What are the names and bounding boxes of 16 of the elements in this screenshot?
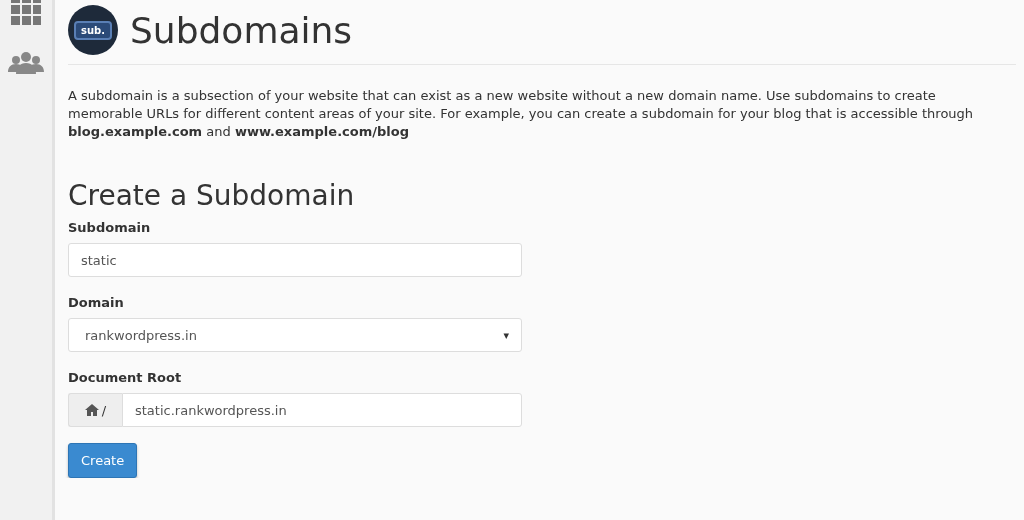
home-icon <box>84 404 99 416</box>
field-label: Domain <box>68 295 125 310</box>
caret-icon: ▾ <box>503 328 509 342</box>
page-title: Subdomains <box>130 9 353 51</box>
subdomain-input[interactable]: static <box>68 243 522 277</box>
create-button[interactable]: Create <box>68 443 138 478</box>
users-icon[interactable] <box>8 52 44 74</box>
subdomain-logo: sub. <box>68 5 118 55</box>
field-label: Document Root <box>68 370 183 385</box>
field-label: Subdomain <box>68 220 152 235</box>
document-root-input[interactable]: static.rankwordpress.in <box>122 393 522 427</box>
apps-grid-icon[interactable] <box>11 0 41 26</box>
home-path-addon: / <box>68 393 122 427</box>
domain-select[interactable]: rankwordpress.in ▾ <box>68 318 522 352</box>
description-text: A subdomain is a subsection of your website that can exist as a new website without a new domain name. Use subdomains to create memorable URLs for different content areas of your site. For example, you can create a subdomain for your blog that is accessible through blog.example.com and www.example.com/blog <box>68 87 975 141</box>
section-heading: Create a Subdomain <box>68 179 356 212</box>
